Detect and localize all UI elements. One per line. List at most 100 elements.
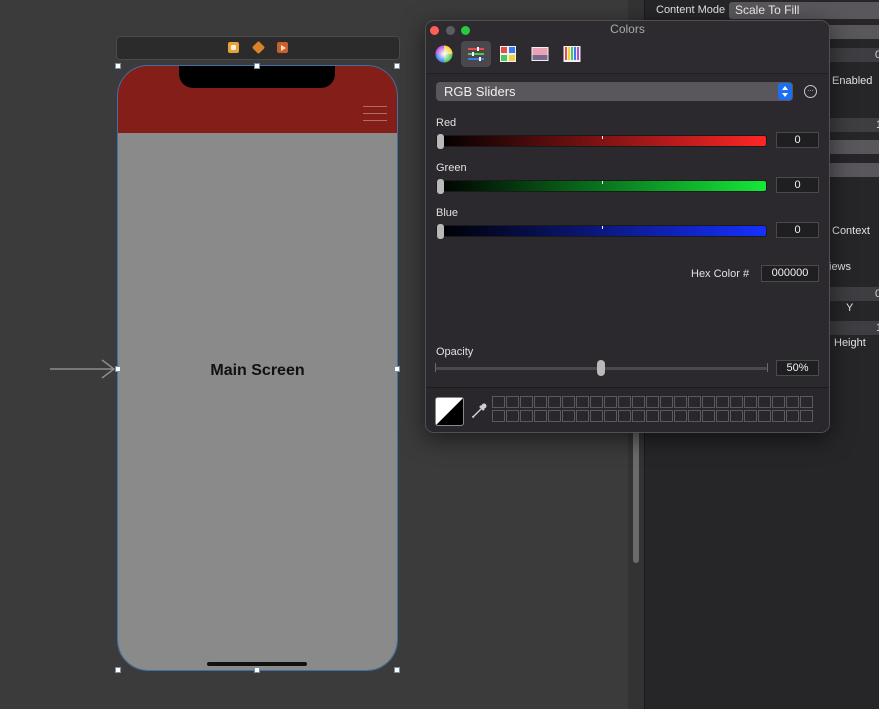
hamburger-menu-icon[interactable] (363, 106, 387, 122)
custom-swatch[interactable] (772, 396, 785, 408)
image-palettes-tab[interactable] (525, 41, 555, 67)
custom-swatch[interactable] (730, 396, 743, 408)
custom-swatch[interactable] (702, 396, 715, 408)
custom-swatch[interactable] (548, 410, 561, 422)
device-notch (179, 66, 335, 88)
custom-swatch[interactable] (632, 410, 645, 422)
custom-swatch[interactable] (520, 396, 533, 408)
inspector-field-y[interactable] (829, 287, 879, 301)
custom-swatch[interactable] (758, 396, 771, 408)
canvas-scrollbar-thumb[interactable] (633, 420, 639, 563)
custom-swatch[interactable] (632, 396, 645, 408)
custom-swatch[interactable] (506, 410, 519, 422)
green-slider[interactable] (436, 179, 767, 194)
panel-title: Colors (610, 22, 645, 36)
screen-title[interactable]: Main Screen (118, 362, 397, 380)
custom-swatch[interactable] (660, 410, 673, 422)
slider-mode-popup[interactable]: RGB Sliders (436, 82, 793, 101)
custom-swatch[interactable] (618, 396, 631, 408)
slider-mode-label: RGB Sliders (444, 84, 516, 99)
slider-midpoint-tick (602, 136, 603, 139)
inspector-field-2[interactable] (829, 118, 879, 132)
view-controller-icon[interactable] (228, 42, 239, 53)
custom-swatch[interactable] (492, 396, 505, 408)
color-palettes-tab[interactable] (493, 41, 523, 67)
custom-swatch[interactable] (772, 410, 785, 422)
custom-swatch[interactable] (506, 396, 519, 408)
custom-swatch[interactable] (562, 396, 575, 408)
custom-swatch[interactable] (604, 410, 617, 422)
custom-swatch[interactable] (618, 410, 631, 422)
custom-swatch[interactable] (548, 396, 561, 408)
custom-swatch[interactable] (688, 396, 701, 408)
inspector-field-height[interactable] (829, 321, 879, 335)
custom-swatch[interactable] (716, 410, 729, 422)
custom-swatch[interactable] (646, 396, 659, 408)
hex-color-field[interactable]: 000000 (761, 265, 819, 282)
custom-swatch[interactable] (520, 410, 533, 422)
custom-swatch[interactable] (730, 410, 743, 422)
blue-value-field[interactable]: 0 (776, 222, 819, 238)
custom-swatch[interactable] (744, 396, 757, 408)
inspector-popup-2[interactable] (829, 140, 879, 154)
colors-titlebar[interactable]: Colors (426, 21, 829, 74)
red-slider[interactable] (436, 134, 767, 149)
custom-swatch[interactable] (604, 396, 617, 408)
custom-swatch[interactable] (674, 396, 687, 408)
opacity-slider-knob[interactable] (597, 360, 605, 376)
current-color-well[interactable] (435, 397, 464, 426)
content-mode-popup[interactable]: Scale To Fill (729, 2, 879, 19)
custom-swatch[interactable] (562, 410, 575, 422)
color-well-swatch-icon (436, 398, 463, 425)
color-sliders-tab[interactable] (461, 41, 491, 67)
y-label: Y (846, 302, 854, 314)
inspector-popup-3[interactable] (829, 163, 879, 177)
custom-swatch[interactable] (800, 396, 813, 408)
custom-swatch[interactable] (534, 410, 547, 422)
resize-handle-bl[interactable] (115, 667, 121, 673)
iphone-scene[interactable]: Main Screen (117, 65, 398, 671)
custom-swatch[interactable] (702, 410, 715, 422)
resize-handle-r[interactable] (394, 366, 400, 372)
red-slider-knob[interactable] (437, 134, 444, 149)
resize-handle-br[interactable] (394, 667, 400, 673)
resize-handle-tl[interactable] (115, 63, 121, 69)
header-view[interactable] (118, 66, 397, 133)
pencils-tab[interactable] (557, 41, 587, 67)
custom-swatch[interactable] (492, 410, 505, 422)
red-slider-label: Red (436, 117, 457, 129)
custom-swatch[interactable] (590, 396, 603, 408)
color-wheel-tab[interactable] (429, 41, 459, 67)
eyedropper-icon[interactable] (470, 402, 488, 420)
resize-handle-b[interactable] (254, 667, 260, 673)
custom-swatch[interactable] (758, 410, 771, 422)
custom-swatch[interactable] (786, 396, 799, 408)
green-slider-knob[interactable] (437, 179, 444, 194)
blue-slider-knob[interactable] (437, 224, 444, 239)
custom-swatch[interactable] (674, 410, 687, 422)
inspector-popup-1[interactable] (829, 25, 879, 39)
custom-swatch[interactable] (576, 410, 589, 422)
custom-swatch[interactable] (744, 410, 757, 422)
custom-swatch[interactable] (716, 396, 729, 408)
custom-swatch[interactable] (800, 410, 813, 422)
custom-swatch[interactable] (688, 410, 701, 422)
custom-swatch[interactable] (576, 396, 589, 408)
blue-slider[interactable] (436, 224, 767, 239)
green-value-field[interactable]: 0 (776, 177, 819, 193)
custom-swatch[interactable] (786, 410, 799, 422)
exit-icon[interactable] (277, 42, 288, 53)
custom-swatch[interactable] (646, 410, 659, 422)
resize-handle-t[interactable] (254, 63, 260, 69)
more-options-icon[interactable]: ... (804, 85, 817, 98)
custom-swatch[interactable] (590, 410, 603, 422)
red-value-field[interactable]: 0 (776, 132, 819, 148)
opacity-value-field[interactable]: 50% (776, 360, 819, 376)
resize-handle-tr[interactable] (394, 63, 400, 69)
entry-point-arrow-icon[interactable] (50, 358, 118, 380)
resize-handle-l[interactable] (115, 366, 121, 372)
inspector-field-1[interactable] (829, 48, 879, 62)
first-responder-icon[interactable] (251, 40, 266, 55)
custom-swatch[interactable] (534, 396, 547, 408)
custom-swatch[interactable] (660, 396, 673, 408)
